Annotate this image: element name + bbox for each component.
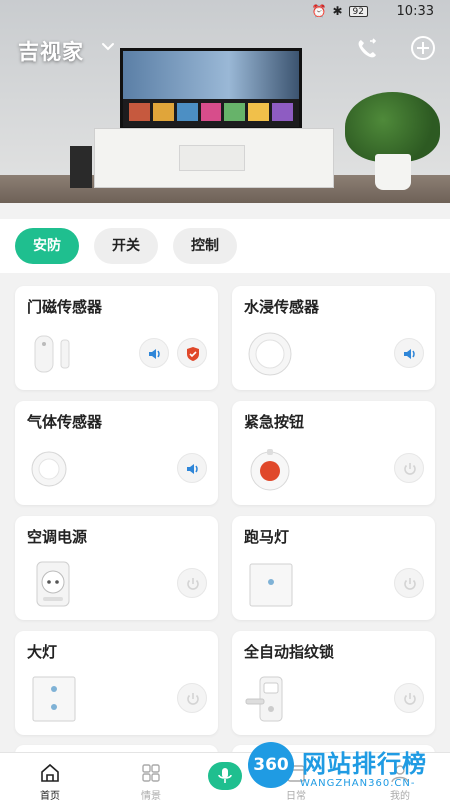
device-name: 跑马灯 <box>244 528 290 546</box>
device-card-emergency-button[interactable]: 紧急按钮 <box>232 401 435 505</box>
device-grid: 门磁传感器 水浸传感器 气体传感器 紧急按钮 空调电源 跑马灯 大灯 全自动指纹… <box>0 273 450 765</box>
alarm-icon: ⏰ <box>311 4 327 18</box>
device-card-water-sensor[interactable]: 水浸传感器 <box>232 286 435 390</box>
sound-button[interactable] <box>139 338 169 368</box>
sound-icon <box>149 349 160 359</box>
device-name: 水浸传感器 <box>244 298 320 316</box>
device-card-main-light[interactable]: 大灯 <box>15 631 218 735</box>
device-card-marquee-light[interactable]: 跑马灯 <box>232 516 435 620</box>
emergency-button-icon <box>250 449 290 491</box>
power-button[interactable] <box>394 453 424 483</box>
add-circle-icon[interactable] <box>410 35 436 61</box>
status-time: 10:33 <box>396 4 434 19</box>
device-name: 大灯 <box>27 643 58 661</box>
grid-icon <box>142 764 160 782</box>
hero-speaker-image <box>70 146 92 188</box>
power-icon <box>404 578 416 590</box>
device-name: 紧急按钮 <box>244 413 305 431</box>
sound-icon <box>404 349 415 359</box>
water-sensor-icon <box>248 332 292 376</box>
device-card-ac-power[interactable]: 空调电源 <box>15 516 218 620</box>
fingerprint-lock-icon <box>245 676 283 722</box>
device-card-fingerprint-lock[interactable]: 全自动指纹锁 <box>232 631 435 735</box>
door-sensor-icon <box>34 335 70 373</box>
power-icon <box>187 578 199 590</box>
power-icon <box>404 463 416 475</box>
voice-button[interactable] <box>208 762 242 790</box>
main-light-switch-icon <box>32 676 76 722</box>
power-icon <box>187 693 199 705</box>
marquee-light-switch-icon <box>249 563 293 607</box>
home-title[interactable]: 吉视家 <box>18 36 84 66</box>
gas-sensor-icon <box>31 451 67 487</box>
device-name: 全自动指纹锁 <box>244 643 335 661</box>
hero-plant-image <box>345 92 440 192</box>
device-name: 气体传感器 <box>27 413 103 431</box>
hero-tv-image <box>120 48 302 130</box>
power-icon <box>404 693 416 705</box>
nav-label: 情景 <box>141 791 161 800</box>
power-button[interactable] <box>394 683 424 713</box>
hero-banner: 吉视家 <box>0 0 450 203</box>
sound-icon <box>187 464 198 474</box>
shield-button[interactable] <box>177 338 207 368</box>
device-card-gas-sensor[interactable]: 气体传感器 <box>15 401 218 505</box>
hero-tv-stand-image <box>94 128 334 188</box>
tab-security[interactable]: 安防 <box>15 228 79 264</box>
category-tabs: 安防 开关 控制 <box>0 219 450 273</box>
phone-icon[interactable] <box>355 37 379 61</box>
tab-control[interactable]: 控制 <box>173 228 237 264</box>
home-icon <box>41 763 59 782</box>
chevron-down-icon[interactable] <box>101 40 115 54</box>
sound-button[interactable] <box>394 338 424 368</box>
watermark-logo: 360 <box>248 742 294 788</box>
watermark: 360 网站排行榜 WANGZHAN360.CN- <box>248 742 448 800</box>
device-card-door-sensor[interactable]: 门磁传感器 <box>15 286 218 390</box>
watermark-url: WANGZHAN360.CN- <box>300 778 416 789</box>
bluetooth-icon: ✱ <box>332 4 343 18</box>
status-bar: ⏰ ✱ 92 10:33 <box>0 0 450 22</box>
nav-label: 首页 <box>40 791 60 800</box>
microphone-icon <box>218 768 232 783</box>
power-button[interactable] <box>394 568 424 598</box>
battery-indicator: 92 <box>348 5 368 17</box>
watermark-title: 网站排行榜 <box>302 750 427 778</box>
device-name: 空调电源 <box>27 528 88 546</box>
power-button[interactable] <box>177 683 207 713</box>
sound-button[interactable] <box>177 453 207 483</box>
nav-home[interactable]: 首页 <box>20 753 80 800</box>
shield-icon <box>187 347 199 361</box>
device-name: 门磁传感器 <box>27 298 103 316</box>
ac-plug-icon <box>36 561 70 607</box>
tab-switch[interactable]: 开关 <box>94 228 158 264</box>
power-button[interactable] <box>177 568 207 598</box>
nav-scenes[interactable]: 情景 <box>121 753 181 800</box>
